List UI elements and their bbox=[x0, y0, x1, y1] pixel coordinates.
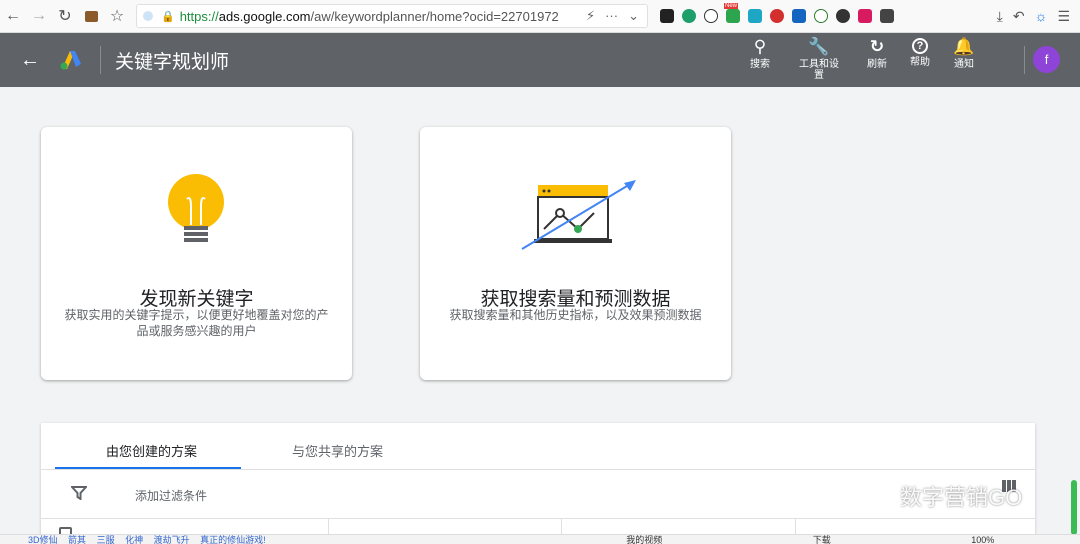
tab-shared-plans[interactable]: 与您共享的方案 bbox=[292, 441, 383, 460]
google-ads-logo bbox=[58, 50, 82, 70]
chevron-down-icon[interactable]: ⌄ bbox=[628, 8, 639, 24]
status-item[interactable]: 渡劫飞升 bbox=[154, 535, 190, 544]
extension-icon[interactable]: New bbox=[724, 3, 740, 23]
lightbulb-icon bbox=[165, 171, 227, 253]
reload-icon[interactable]: ↻ bbox=[52, 3, 78, 29]
extension-icon[interactable] bbox=[770, 9, 784, 23]
globe-icon bbox=[143, 11, 153, 21]
extension-icon[interactable] bbox=[880, 9, 894, 23]
card-description: 获取实用的关键字提示，以便更好地覆盖对您的产品或服务感兴趣的用户 bbox=[64, 308, 329, 338]
extension-icon[interactable] bbox=[682, 9, 696, 23]
wechat-icon bbox=[851, 483, 892, 510]
add-filter-input[interactable]: 添加过滤条件 bbox=[135, 487, 207, 504]
menu-icon[interactable]: ☰ bbox=[1057, 8, 1070, 25]
header-tools: ⚲ 搜索 🔧 工具和设置 ↻ 刷新 ? 帮助 🔔 通知 bbox=[740, 33, 984, 87]
search-tool-button[interactable]: ⚲ 搜索 bbox=[740, 33, 780, 87]
discover-keywords-card[interactable]: 发现新关键字 获取实用的关键字提示，以便更好地覆盖对您的产品或服务感兴趣的用户 bbox=[41, 127, 352, 380]
url-scheme: https:// bbox=[179, 8, 219, 24]
extension-icon[interactable] bbox=[704, 9, 718, 23]
search-volume-card[interactable]: 获取搜索量和预测数据 获取搜索量和其他历史指标，以及效果预测数据 bbox=[420, 127, 731, 380]
status-item[interactable]: 3D修仙 bbox=[28, 535, 58, 544]
header-divider bbox=[1024, 46, 1025, 74]
lightning-icon[interactable]: ⚡ bbox=[586, 8, 595, 24]
address-bar[interactable]: 🔒 https://ads.google.com/aw/keywordplann… bbox=[136, 4, 648, 28]
status-item[interactable]: 箭其 bbox=[68, 535, 86, 544]
card-description: 获取搜索量和其他历史指标，以及效果预测数据 bbox=[449, 308, 702, 322]
tool-label: 刷新 bbox=[867, 59, 887, 70]
watermark-text: 数字营销GO bbox=[900, 485, 1023, 510]
status-item[interactable]: 真正的修仙游戏! bbox=[200, 535, 266, 544]
briefcase-icon[interactable] bbox=[78, 3, 104, 29]
notifications-button[interactable]: 🔔 通知 bbox=[944, 33, 984, 87]
lock-icon: 🔒 bbox=[161, 10, 175, 23]
table-header-divider bbox=[41, 518, 1035, 519]
tabs-divider bbox=[41, 469, 1035, 470]
tools-settings-button[interactable]: 🔧 工具和设置 bbox=[780, 33, 858, 87]
extension-icon[interactable] bbox=[858, 9, 872, 23]
download-icon[interactable]: ⤓ bbox=[997, 8, 1003, 25]
scrollbar[interactable] bbox=[1071, 480, 1077, 535]
new-badge: New bbox=[724, 3, 739, 9]
tool-label: 搜索 bbox=[750, 59, 770, 70]
tool-label: 帮助 bbox=[910, 57, 930, 68]
sync-icon[interactable]: ☼ bbox=[1035, 8, 1048, 25]
browser-toolbar: ← → ↻ ☆ 🔒 https://ads.google.com/aw/keyw… bbox=[0, 0, 1080, 33]
extension-icons: New bbox=[660, 3, 894, 23]
status-right-item[interactable]: 下载 bbox=[813, 535, 831, 544]
status-right-item[interactable]: 我的视频 bbox=[626, 535, 662, 544]
refresh-button[interactable]: ↻ 刷新 bbox=[858, 33, 896, 87]
url-path: /aw/keywordplanner/home?ocid=22701972 bbox=[310, 8, 559, 24]
header-divider bbox=[100, 46, 101, 74]
help-button[interactable]: ? 帮助 bbox=[896, 33, 944, 87]
back-icon[interactable]: ← bbox=[0, 3, 26, 29]
status-item[interactable]: 三服 bbox=[97, 535, 115, 544]
status-bar: 3D修仙 箭其 三服 化神 渡劫飞升 真正的修仙游戏! 我的视频 下载 100% bbox=[0, 534, 1080, 544]
more-icon[interactable]: ··· bbox=[605, 8, 618, 24]
app-header: ← 关键字规划师 ⚲ 搜索 🔧 工具和设置 ↻ 刷新 ? 帮助 🔔 通知 f bbox=[0, 33, 1080, 87]
bell-icon: 🔔 bbox=[953, 37, 975, 56]
chart-trend-icon bbox=[520, 177, 640, 253]
extension-icon[interactable] bbox=[748, 9, 762, 23]
forward-icon[interactable]: → bbox=[26, 3, 52, 29]
status-item[interactable]: 化神 bbox=[125, 535, 143, 544]
tab-my-plans[interactable]: 由您创建的方案 bbox=[106, 441, 197, 460]
tool-label: 通知 bbox=[954, 59, 974, 70]
wrench-icon: 🔧 bbox=[808, 37, 830, 56]
filter-icon[interactable] bbox=[69, 486, 89, 505]
star-icon[interactable]: ☆ bbox=[104, 3, 130, 29]
extension-icon[interactable] bbox=[792, 9, 806, 23]
back-arrow-icon[interactable]: ← bbox=[20, 49, 50, 72]
zoom-level[interactable]: 100% bbox=[971, 535, 994, 544]
extension-icon[interactable] bbox=[660, 9, 674, 23]
extension-icon[interactable] bbox=[836, 9, 850, 23]
refresh-icon: ↻ bbox=[869, 37, 885, 56]
url-host: ads.google.com bbox=[218, 8, 311, 24]
help-icon: ? bbox=[912, 38, 928, 54]
watermark: 数字营销GO bbox=[850, 480, 1022, 512]
search-icon: ⚲ bbox=[753, 37, 767, 56]
tool-label: 工具和设置 bbox=[799, 59, 839, 81]
extension-icon[interactable] bbox=[814, 9, 828, 23]
avatar[interactable]: f bbox=[1033, 46, 1060, 73]
undo-icon[interactable]: ↶ bbox=[1013, 8, 1025, 25]
page-title: 关键字规划师 bbox=[115, 51, 230, 73]
